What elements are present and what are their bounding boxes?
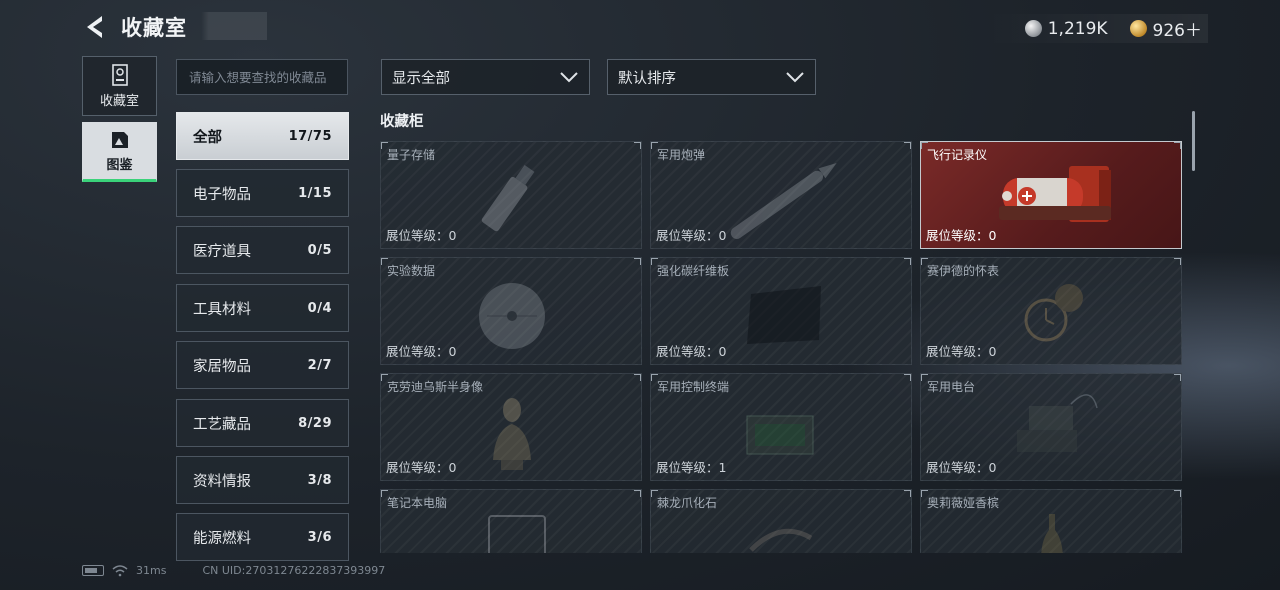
category-crafts[interactable]: 工艺藏品 8/29 xyxy=(176,399,349,447)
item-name: 量子存储 xyxy=(387,148,436,162)
item-card-flight-recorder[interactable]: 飞行记录仪 展位等级：0 xyxy=(920,141,1182,249)
category-intel[interactable]: 资料情报 3/8 xyxy=(176,456,349,504)
chevron-down-icon xyxy=(786,72,804,83)
category-label: 工艺藏品 xyxy=(193,416,251,433)
item-card-claw-fossil[interactable]: 棘龙爪化石 xyxy=(650,489,912,553)
item-card-pocket-watch[interactable]: 赛伊德的怀表 展位等级：0 xyxy=(920,257,1182,365)
silver-currency-value: 1,219K xyxy=(1047,18,1108,39)
category-count: 1/15 xyxy=(298,185,332,201)
side-tab-label: 收藏室 xyxy=(99,93,139,109)
item-name: 飞行记录仪 xyxy=(927,148,988,162)
category-tools[interactable]: 工具材料 0/4 xyxy=(176,284,349,332)
item-name: 强化碳纤维板 xyxy=(657,264,730,278)
item-card-experiment-data[interactable]: 实验数据 展位等级：0 xyxy=(380,257,642,365)
category-label: 全部 xyxy=(193,129,222,146)
gold-currency-value[interactable]: 926＋ xyxy=(1153,16,1202,41)
item-level: 展位等级：0 xyxy=(926,460,997,475)
trophy-display-icon xyxy=(111,63,128,86)
scrollbar[interactable] xyxy=(1192,111,1195,171)
search-input[interactable] xyxy=(176,59,348,95)
item-card-laptop[interactable]: 笔记本电脑 xyxy=(380,489,642,553)
item-card-control-terminal[interactable]: 军用控制终端 展位等级：1 xyxy=(650,373,912,481)
item-level: 展位等级：0 xyxy=(386,344,457,359)
item-name: 实验数据 xyxy=(387,264,436,278)
item-card-carbon-plate[interactable]: 强化碳纤维板 展位等级：0 xyxy=(650,257,912,365)
silver-coin-icon xyxy=(1024,20,1042,37)
item-level: 展位等级：0 xyxy=(656,228,727,243)
item-card-military-radio[interactable]: 军用电台 展位等级：0 xyxy=(920,373,1182,481)
item-level: 展位等级：0 xyxy=(386,460,457,475)
collection-grid: 量子存储 展位等级：0 军用炮弹 展位等级：0 飞行记录仪 展位等级：0 实验数… xyxy=(380,141,1186,553)
item-level: 展位等级：1 xyxy=(656,460,727,475)
ping-value: 31ms xyxy=(136,564,167,577)
item-name: 军用电台 xyxy=(927,380,976,394)
category-count: 17/75 xyxy=(288,128,332,144)
category-label: 家居物品 xyxy=(193,358,251,375)
category-label: 电子物品 xyxy=(193,186,251,203)
section-title: 收藏柜 xyxy=(380,114,424,130)
item-name: 棘龙爪化石 xyxy=(657,496,718,510)
item-name: 奥莉薇娅香槟 xyxy=(927,496,1000,510)
status-bar: 31ms CN UID:27031276222837393997 xyxy=(82,564,385,577)
category-count: 0/5 xyxy=(307,242,332,258)
category-energy[interactable]: 能源燃料 3/6 xyxy=(176,513,349,561)
uid-text: CN UID:27031276222837393997 xyxy=(202,564,386,577)
currency-bar: 1,219K 926＋ xyxy=(984,14,1208,43)
item-card-champagne[interactable]: 奥莉薇娅香槟 xyxy=(920,489,1182,553)
top-bar: 收藏室 1,219K 926＋ xyxy=(0,0,1280,52)
category-count: 3/6 xyxy=(307,529,332,545)
side-tab-codex[interactable]: 图鉴 xyxy=(82,122,157,182)
category-label: 能源燃料 xyxy=(193,530,251,547)
category-count: 2/7 xyxy=(307,357,332,373)
gold-coin-icon xyxy=(1129,20,1147,37)
display-filter-dropdown[interactable]: 显示全部 xyxy=(381,59,590,95)
item-card-quantum-storage[interactable]: 量子存储 展位等级：0 xyxy=(380,141,642,249)
page-title: 收藏室 xyxy=(121,12,267,40)
side-tab-label: 图鉴 xyxy=(106,157,133,173)
category-count: 3/8 xyxy=(307,472,332,488)
item-level: 展位等级：0 xyxy=(656,344,727,359)
category-household[interactable]: 家居物品 2/7 xyxy=(176,341,349,389)
item-name: 克劳迪乌斯半身像 xyxy=(387,380,484,394)
item-card-claudius-bust[interactable]: 克劳迪乌斯半身像 展位等级：0 xyxy=(380,373,642,481)
category-count: 0/4 xyxy=(307,300,332,316)
category-label: 工具材料 xyxy=(193,301,251,318)
chevron-down-icon xyxy=(560,72,578,83)
item-name: 赛伊德的怀表 xyxy=(927,264,1000,278)
codex-icon xyxy=(111,131,128,148)
display-filter-value: 显示全部 xyxy=(392,70,450,87)
item-card-artillery-shell[interactable]: 军用炮弹 展位等级：0 xyxy=(650,141,912,249)
battery-icon xyxy=(82,565,104,576)
category-count: 8/29 xyxy=(298,415,332,431)
item-level: 展位等级：0 xyxy=(926,344,997,359)
category-all[interactable]: 全部 17/75 xyxy=(176,112,349,160)
sort-dropdown[interactable]: 默认排序 xyxy=(607,59,816,95)
item-name: 军用控制终端 xyxy=(657,380,730,394)
item-level: 展位等级：0 xyxy=(386,228,457,243)
wifi-icon xyxy=(112,564,128,576)
category-label: 资料情报 xyxy=(193,473,251,490)
side-tab-collection-room[interactable]: 收藏室 xyxy=(82,56,157,116)
sort-value: 默认排序 xyxy=(618,70,676,87)
category-electronics[interactable]: 电子物品 1/15 xyxy=(176,169,349,217)
item-name: 军用炮弹 xyxy=(657,148,706,162)
category-medical[interactable]: 医疗道具 0/5 xyxy=(176,226,349,274)
back-arrow-icon[interactable] xyxy=(82,13,110,41)
item-level: 展位等级：0 xyxy=(926,228,997,243)
item-name: 笔记本电脑 xyxy=(387,496,448,510)
category-label: 医疗道具 xyxy=(193,243,251,260)
